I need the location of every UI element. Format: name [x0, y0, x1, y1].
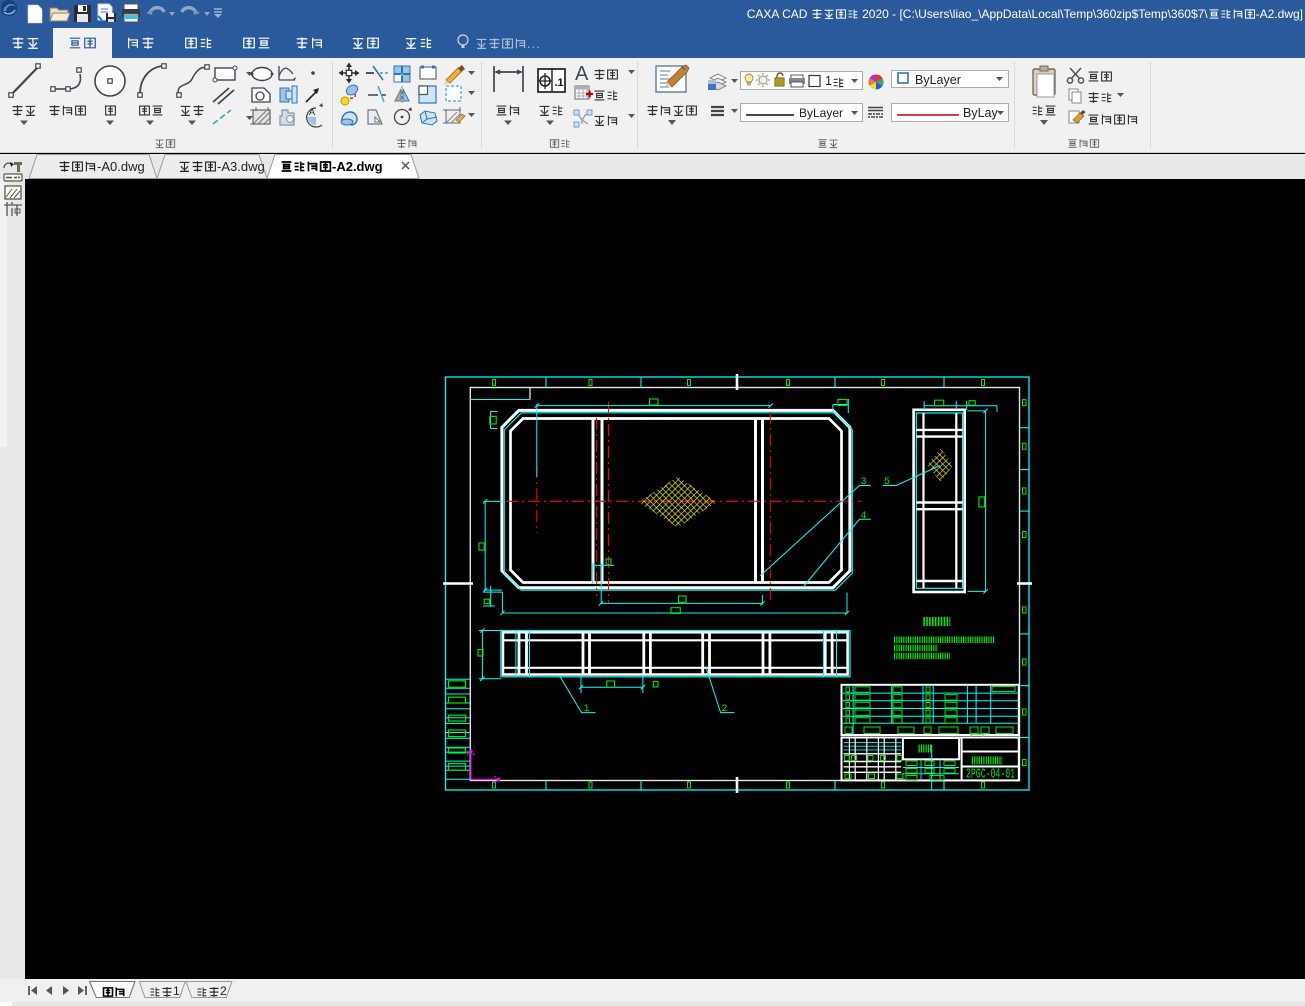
svg-text:1: 1	[584, 704, 590, 715]
svg-text:5: 5	[884, 477, 890, 488]
svg-text:2: 2	[722, 704, 728, 715]
svg-text:4: 4	[861, 511, 867, 522]
svg-text:3: 3	[861, 477, 867, 488]
svg-text:2PGC-04-01: 2PGC-04-01	[966, 768, 1015, 783]
